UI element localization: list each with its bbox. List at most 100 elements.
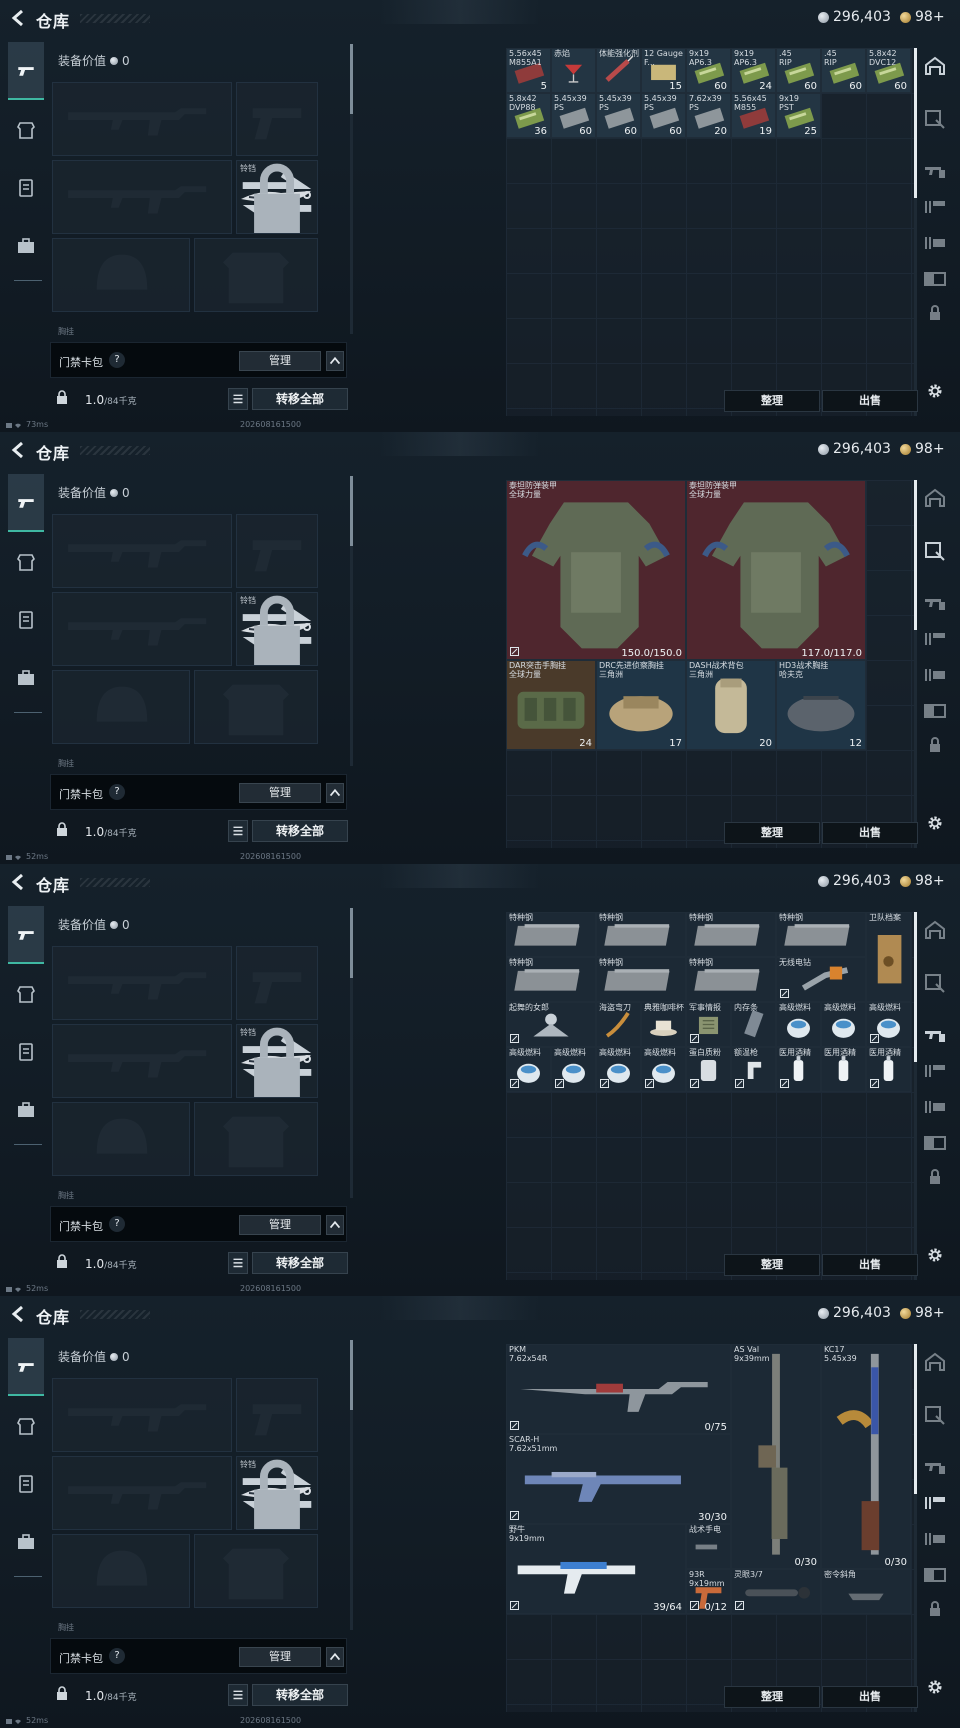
stash-item[interactable]: 泰坦防弹装甲 全球力量 150.0/150.0 (506, 480, 686, 660)
tab-bag[interactable] (14, 234, 38, 258)
sort-button[interactable]: 整理 (724, 822, 820, 844)
back-arrow-icon[interactable] (10, 1305, 26, 1323)
loadout-scrollbar[interactable] (350, 1340, 353, 1630)
gear-category-icon[interactable] (922, 1058, 948, 1084)
items-category-icon[interactable] (922, 1526, 948, 1552)
sort-button[interactable]: 整理 (724, 1254, 820, 1276)
body-armor-slot[interactable] (194, 670, 318, 744)
stash-item[interactable]: 特种钢 (596, 912, 686, 957)
expand-button[interactable] (326, 351, 344, 371)
stash-item[interactable]: 5.56x45 M855 19 (731, 93, 776, 138)
tab-bag[interactable] (14, 1098, 38, 1122)
misc-category-icon[interactable] (922, 1130, 948, 1156)
stash-item[interactable]: 特种钢 (506, 957, 596, 1002)
stash-item[interactable]: 5.56x45 M855A1 5 (506, 48, 551, 93)
back-arrow-icon[interactable] (10, 873, 26, 891)
transfer-all-button[interactable]: 转移全部 (252, 388, 348, 410)
gold-currency[interactable]: 98+ (900, 1305, 945, 1321)
help-icon[interactable]: ? (109, 784, 125, 800)
loadout-scrollbar[interactable] (350, 908, 353, 1198)
stash-item[interactable]: .45 RIP 60 (821, 48, 866, 93)
gear-icon[interactable] (926, 382, 944, 400)
stash-grid[interactable]: PKM 7.62x54R 0/75 AS Val 9x39mm 0/30 KC17 5.… (506, 1344, 914, 1712)
helmet-slot[interactable] (52, 1534, 190, 1608)
stash-item[interactable]: 额温枪 (731, 1047, 776, 1092)
body-armor-slot[interactable] (194, 1102, 318, 1176)
stash-item[interactable]: 内存条 (731, 1002, 776, 1047)
stash-item[interactable]: 医用酒精 (821, 1047, 866, 1092)
garage-icon[interactable] (922, 918, 948, 944)
items-category-icon[interactable] (922, 1094, 948, 1120)
stash-item[interactable]: 军事情报 (686, 1002, 731, 1047)
melee-slot[interactable]: 铃铛 (236, 160, 318, 234)
pistol-slot[interactable] (236, 1378, 318, 1452)
list-view-button[interactable] (228, 388, 248, 410)
secondary-weapon-slot[interactable] (52, 160, 232, 234)
stash-item[interactable]: SCAR-H 7.62x51mm 30/30 (506, 1434, 731, 1524)
gear-category-icon[interactable] (922, 626, 948, 652)
primary-weapon-slot[interactable] (52, 1378, 232, 1452)
stash-scrollbar[interactable] (914, 1344, 917, 1712)
tab-gear[interactable] (14, 608, 38, 632)
gear-category-icon[interactable] (922, 194, 948, 220)
garage-icon[interactable] (922, 486, 948, 512)
secondary-weapon-slot[interactable] (52, 592, 232, 666)
stash-item[interactable]: 医用酒精 (866, 1047, 911, 1092)
gold-currency[interactable]: 98+ (900, 441, 945, 457)
list-view-button[interactable] (228, 820, 248, 842)
help-icon[interactable]: ? (109, 1216, 125, 1232)
stash-item[interactable]: 5.8x42 DVP88 36 (506, 93, 551, 138)
lock-category-icon[interactable] (922, 1164, 948, 1190)
stash-item[interactable]: 海盗弯刀 (596, 1002, 641, 1047)
back-arrow-icon[interactable] (10, 9, 26, 27)
stash-scrollbar[interactable] (914, 48, 917, 416)
stash-item[interactable]: KC17 5.45x39 0/30 (821, 1344, 911, 1569)
gear-icon[interactable] (926, 1678, 944, 1696)
stash-item[interactable]: 体能强化剂 (596, 48, 641, 93)
stash-item[interactable]: 医用酒精 (776, 1047, 821, 1092)
stash-item[interactable]: 9x19 AP6.3 24 (731, 48, 776, 93)
stash-item[interactable]: 5.45x39 PS 60 (641, 93, 686, 138)
transfer-all-button[interactable]: 转移全部 (252, 820, 348, 842)
stash-item[interactable]: 赤焰 (551, 48, 596, 93)
stash-scrollbar[interactable] (914, 480, 917, 848)
sort-button[interactable]: 整理 (724, 1686, 820, 1708)
manage-button[interactable]: 管理 (239, 1647, 321, 1667)
melee-slot[interactable]: 铃铛 (236, 1456, 318, 1530)
secondary-weapon-slot[interactable] (52, 1024, 232, 1098)
stash-item[interactable]: 战术手电 (686, 1524, 731, 1569)
transfer-all-button[interactable]: 转移全部 (252, 1252, 348, 1274)
stash-item[interactable]: 特种钢 (776, 912, 866, 957)
misc-category-icon[interactable] (922, 266, 948, 292)
tab-weapons[interactable] (8, 42, 44, 100)
stash-item[interactable]: 高级燃料 (866, 1002, 911, 1047)
primary-weapon-slot[interactable] (52, 946, 232, 1020)
tab-gear[interactable] (14, 1472, 38, 1496)
helmet-slot[interactable] (52, 1102, 190, 1176)
back-arrow-icon[interactable] (10, 441, 26, 459)
tab-armor[interactable] (14, 118, 38, 142)
sell-button[interactable]: 出售 (822, 1254, 918, 1276)
sell-button[interactable]: 出售 (822, 390, 918, 412)
stash-grid[interactable]: 特种钢 特种钢 特种钢 特种钢 卫队档案 特种钢 特种钢 特种钢 无线电钻 起舞的女郎 海盗弯刀 典雅… (506, 912, 914, 1280)
help-icon[interactable]: ? (109, 1648, 125, 1664)
armor-category-icon[interactable] (922, 970, 948, 996)
lock-category-icon[interactable] (922, 732, 948, 758)
weapon-category-icon[interactable] (922, 1022, 948, 1048)
tab-weapons[interactable] (8, 474, 44, 532)
items-category-icon[interactable] (922, 662, 948, 688)
stash-item[interactable]: 12 Gauge F... 15 (641, 48, 686, 93)
tab-weapons[interactable] (8, 1338, 44, 1396)
stash-item[interactable]: 特种钢 (506, 912, 596, 957)
primary-weapon-slot[interactable] (52, 514, 232, 588)
pistol-slot[interactable] (236, 82, 318, 156)
lock-category-icon[interactable] (922, 1596, 948, 1622)
stash-item[interactable]: 高级燃料 (596, 1047, 641, 1092)
help-icon[interactable]: ? (109, 352, 125, 368)
list-view-button[interactable] (228, 1684, 248, 1706)
stash-item[interactable]: 5.45x39 PS 60 (551, 93, 596, 138)
stash-item[interactable]: 高级燃料 (551, 1047, 596, 1092)
expand-button[interactable] (326, 783, 344, 803)
stash-item[interactable]: 9x19 AP6.3 60 (686, 48, 731, 93)
manage-button[interactable]: 管理 (239, 351, 321, 371)
